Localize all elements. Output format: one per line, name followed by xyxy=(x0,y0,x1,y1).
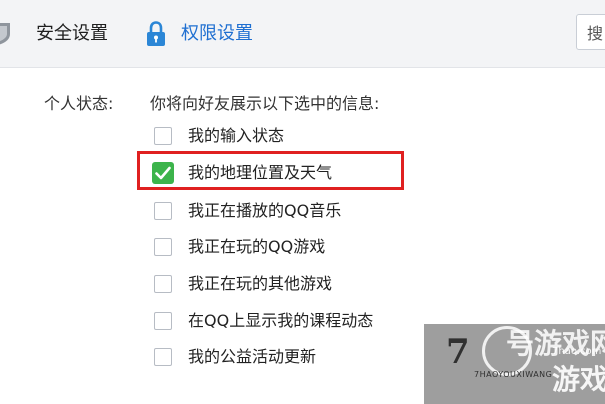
settings-tab-bar: 安全设置 权限设置 搜 xyxy=(0,0,605,68)
option-checkbox[interactable] xyxy=(154,238,172,256)
option-label: 我正在玩的QQ游戏 xyxy=(188,237,326,256)
watermark-url: 7hao.com xyxy=(552,346,602,357)
option-course-activity[interactable]: 在QQ上显示我的课程动态 xyxy=(154,309,373,333)
option-qq-game[interactable]: 我正在玩的QQ游戏 xyxy=(154,235,325,259)
tab-security-label: 安全设置 xyxy=(36,23,108,44)
watermark-pinyin: 7HAOYOUXIWANG xyxy=(474,370,553,379)
tab-permission-label: 权限设置 xyxy=(181,23,253,44)
site-watermark: 7 号游戏网 7hao.com 7HAOYOUXIWANG 游戏 xyxy=(424,324,605,404)
option-label: 在QQ上显示我的课程动态 xyxy=(188,311,374,330)
option-checkbox[interactable] xyxy=(154,202,172,220)
option-checkbox[interactable] xyxy=(154,312,172,330)
personal-status-label: 个人状态: xyxy=(44,94,114,113)
highlight-annotation xyxy=(137,151,404,190)
tab-security-settings[interactable]: 安全设置 xyxy=(0,0,108,68)
option-label: 我正在播放的QQ音乐 xyxy=(188,201,342,220)
option-charity-updates[interactable]: 我的公益活动更新 xyxy=(154,345,316,369)
status-description: 你将向好友展示以下选中的信息: xyxy=(150,94,380,113)
option-checkbox[interactable] xyxy=(154,127,172,145)
tab-permission-settings[interactable]: 权限设置 xyxy=(145,0,253,68)
option-input-status[interactable]: 我的输入状态 xyxy=(154,124,284,148)
option-label: 我的输入状态 xyxy=(188,126,285,145)
search-input[interactable]: 搜 xyxy=(576,14,605,50)
option-checkbox[interactable] xyxy=(154,275,172,293)
option-checkbox[interactable] xyxy=(154,348,172,366)
shield-icon xyxy=(0,23,10,45)
watermark-subtitle: 游戏 xyxy=(552,363,605,396)
option-label: 我正在玩的其他游戏 xyxy=(188,274,333,293)
watermark-digit: 7 xyxy=(446,332,470,372)
option-other-game[interactable]: 我正在玩的其他游戏 xyxy=(154,272,332,296)
lock-icon xyxy=(147,21,165,46)
option-qq-music[interactable]: 我正在播放的QQ音乐 xyxy=(154,199,341,223)
option-label: 我的公益活动更新 xyxy=(188,347,317,366)
